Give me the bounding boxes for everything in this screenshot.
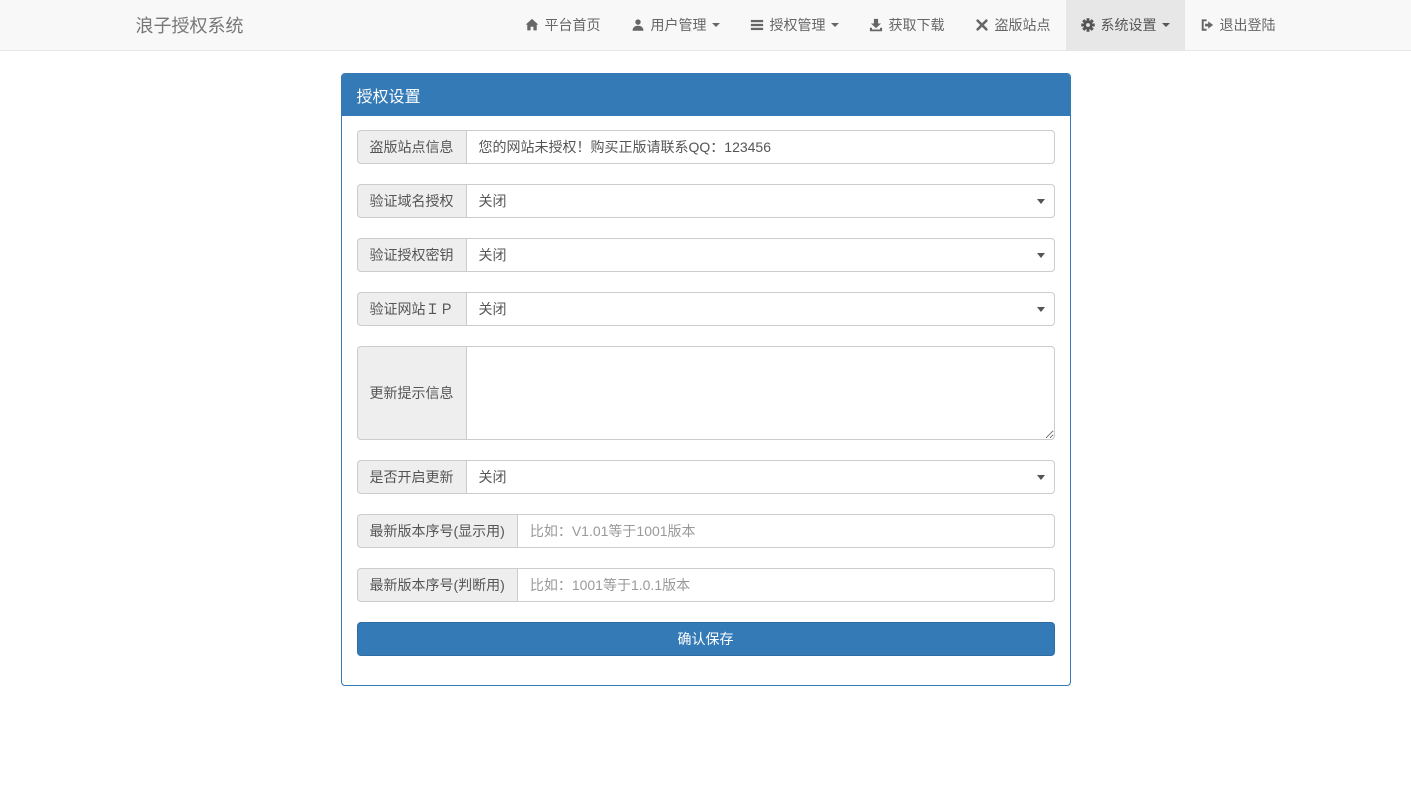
save-button[interactable]: 确认保存 [357, 622, 1055, 656]
close-icon [975, 18, 989, 32]
chevron-down-icon [831, 23, 839, 27]
nav-item-logout[interactable]: 退出登陆 [1185, 0, 1291, 50]
user-icon [631, 18, 645, 32]
field-label: 最新版本序号(判断用) [357, 568, 517, 602]
nav-item-download[interactable]: 获取下载 [854, 0, 960, 50]
form-row: 验证网站ＩＰ 关闭 [357, 292, 1055, 326]
download-icon [869, 18, 883, 32]
field-label: 是否开启更新 [357, 460, 466, 494]
form-row: 验证域名授权 关闭 [357, 184, 1055, 218]
form-row: 验证授权密钥 关闭 [357, 238, 1055, 272]
select-wrapper: 关闭 [466, 292, 1055, 326]
nav-item-label: 用户管理 [651, 15, 707, 35]
navbar-menu: 平台首页 用户管理 授权管理 获取下载 [510, 0, 1291, 50]
display-version-input[interactable] [517, 514, 1055, 548]
home-icon [525, 18, 539, 32]
nav-item-label: 退出登陆 [1220, 15, 1276, 35]
chevron-down-icon [712, 23, 720, 27]
nav-item-users[interactable]: 用户管理 [616, 0, 735, 50]
form-row: 盗版站点信息 [357, 130, 1055, 164]
select-wrapper: 关闭 [466, 460, 1055, 494]
nav-item-settings[interactable]: 系统设置 [1066, 0, 1185, 50]
navbar-container: 浪子授权系统 平台首页 用户管理 授权管理 [121, 0, 1291, 50]
form-row: 是否开启更新 关闭 [357, 460, 1055, 494]
field-label: 验证授权密钥 [357, 238, 466, 272]
compare-version-input[interactable] [517, 568, 1055, 602]
gear-icon [1081, 18, 1095, 32]
panel-title: 授权设置 [357, 89, 421, 106]
field-label: 验证网站ＩＰ [357, 292, 466, 326]
form-row: 更新提示信息 [357, 346, 1055, 440]
brand-title[interactable]: 浪子授权系统 [121, 0, 259, 50]
panel-body: 盗版站点信息 验证域名授权 关闭 验证授权密钥 关闭 [342, 116, 1070, 685]
auth-settings-panel: 授权设置 盗版站点信息 验证域名授权 关闭 验证授权密钥 [341, 73, 1071, 686]
update-message-textarea[interactable] [466, 346, 1055, 440]
select-wrapper: 关闭 [466, 238, 1055, 272]
nav-item-label: 系统设置 [1101, 15, 1157, 35]
nav-item-label: 盗版站点 [995, 15, 1051, 35]
field-label: 最新版本序号(显示用) [357, 514, 517, 548]
update-enabled-select[interactable]: 关闭 [466, 460, 1055, 494]
field-label: 更新提示信息 [357, 346, 466, 440]
form-row: 最新版本序号(判断用) [357, 568, 1055, 602]
form-row: 最新版本序号(显示用) [357, 514, 1055, 548]
content-area: 授权设置 盗版站点信息 验证域名授权 关闭 验证授权密钥 [341, 73, 1071, 686]
top-navbar: 浪子授权系统 平台首页 用户管理 授权管理 [0, 0, 1411, 51]
nav-item-label: 获取下载 [889, 15, 945, 35]
list-icon [750, 18, 764, 32]
nav-item-licenses[interactable]: 授权管理 [735, 0, 854, 50]
panel-header: 授权设置 [342, 74, 1070, 116]
nav-item-home[interactable]: 平台首页 [510, 0, 616, 50]
auth-key-select[interactable]: 关闭 [466, 238, 1055, 272]
chevron-down-icon [1162, 23, 1170, 27]
logout-icon [1200, 18, 1214, 32]
select-wrapper: 关闭 [466, 184, 1055, 218]
site-ip-select[interactable]: 关闭 [466, 292, 1055, 326]
nav-item-label: 授权管理 [770, 15, 826, 35]
field-label: 盗版站点信息 [357, 130, 466, 164]
nav-item-pirate-sites[interactable]: 盗版站点 [960, 0, 1066, 50]
pirate-site-message-input[interactable] [466, 130, 1055, 164]
domain-auth-select[interactable]: 关闭 [466, 184, 1055, 218]
nav-item-label: 平台首页 [545, 15, 601, 35]
field-label: 验证域名授权 [357, 184, 466, 218]
